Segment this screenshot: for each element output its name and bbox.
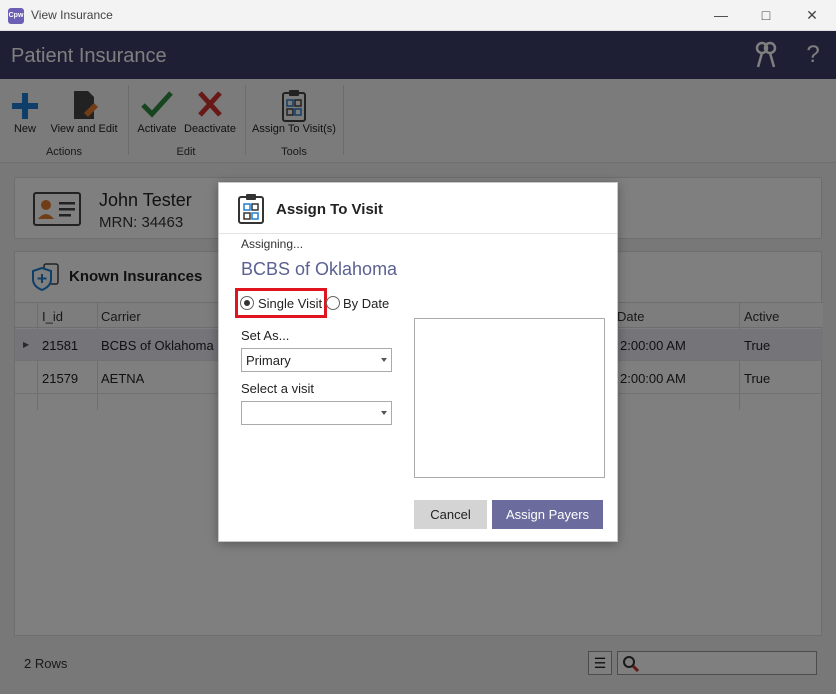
- minimize-button[interactable]: —: [699, 0, 743, 31]
- dialog-title: Assign To Visit: [276, 201, 383, 218]
- app-icon: Cpw: [8, 8, 24, 24]
- assign-payers-button[interactable]: Assign Payers: [492, 500, 603, 529]
- chevron-down-icon: [381, 358, 387, 362]
- maximize-button[interactable]: □: [744, 0, 788, 31]
- chevron-down-icon: [381, 411, 387, 415]
- single-visit-label[interactable]: Single Visit: [258, 296, 322, 311]
- set-as-value: Primary: [246, 353, 291, 368]
- close-window-button[interactable]: ✕: [790, 0, 834, 31]
- assigning-label: Assigning...: [241, 237, 304, 251]
- by-date-label[interactable]: By Date: [343, 296, 389, 311]
- single-visit-radio[interactable]: [240, 296, 254, 310]
- dialog-header: Assign To Visit: [219, 183, 617, 234]
- visits-listbox[interactable]: [414, 318, 605, 478]
- assign-to-visit-dialog: Assign To Visit Assigning... BCBS of Okl…: [218, 182, 618, 542]
- window-titlebar: Cpw View Insurance — □ ✕: [0, 0, 836, 31]
- select-visit-dropdown[interactable]: [241, 401, 392, 425]
- window-title: View Insurance: [31, 8, 113, 22]
- set-as-dropdown[interactable]: Primary: [241, 348, 392, 372]
- clipboard-checklist-icon: [238, 194, 264, 224]
- by-date-radio[interactable]: [326, 296, 340, 310]
- set-as-label: Set As...: [241, 328, 290, 343]
- payer-name: BCBS of Oklahoma: [241, 259, 398, 279]
- cancel-button[interactable]: Cancel: [414, 500, 487, 529]
- select-visit-label: Select a visit: [241, 381, 314, 396]
